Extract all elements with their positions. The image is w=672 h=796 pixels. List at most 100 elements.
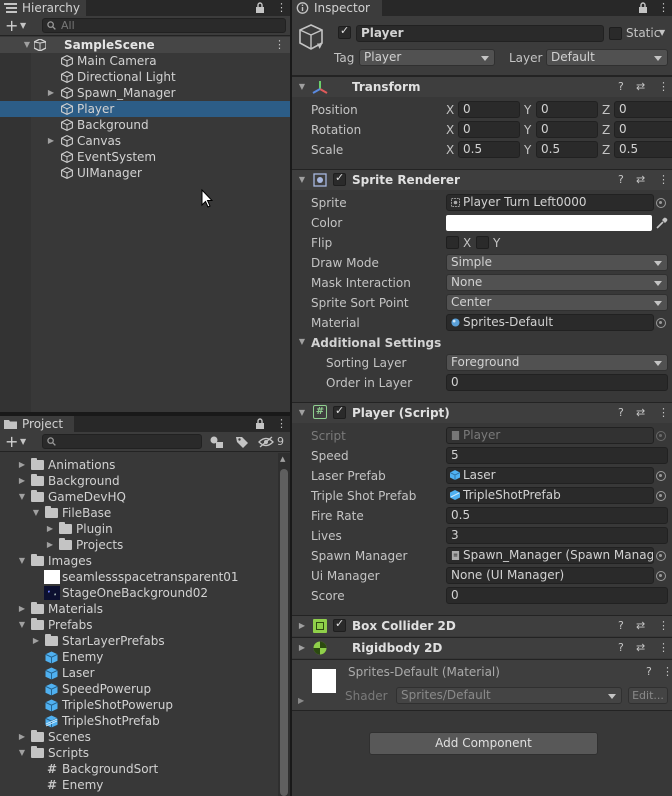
help-icon[interactable]: ? — [618, 640, 624, 656]
sprite-object-field[interactable]: Player Turn Left0000 — [446, 194, 654, 211]
axis-label-y[interactable]: Y — [524, 101, 531, 119]
project-item[interactable]: ▶ Scenes — [0, 729, 278, 745]
transform-x-input[interactable]: 0 — [458, 121, 520, 138]
score-input[interactable]: 0 — [446, 587, 668, 604]
chevron-down-icon[interactable]: ▼ — [297, 79, 307, 95]
help-icon[interactable]: ? — [618, 618, 624, 634]
chevron-down-icon[interactable]: ▼ — [22, 37, 32, 53]
laser-prefab-field[interactable]: Laser — [446, 467, 654, 484]
speed-input[interactable]: 5 — [446, 447, 668, 464]
project-item[interactable]: ▼ GameDevHQ — [0, 489, 278, 505]
axis-label-z[interactable]: Z — [602, 141, 610, 159]
chevron-down-icon[interactable]: ▼ — [297, 172, 307, 188]
transform-z-input[interactable]: 0 — [614, 121, 672, 138]
help-icon[interactable]: ? — [618, 172, 624, 188]
help-icon[interactable]: ? — [618, 79, 624, 95]
color-swatch[interactable] — [446, 215, 652, 231]
preset-sliders-icon[interactable]: ⇄ — [636, 405, 645, 421]
kebab-menu-icon[interactable]: ⋮ — [658, 0, 669, 16]
transform-y-input[interactable]: 0.5 — [536, 141, 598, 158]
axis-label-z[interactable]: Z — [602, 101, 610, 119]
chevron-down-icon[interactable]: ▼ — [317, 42, 322, 50]
project-scrollbar[interactable]: ▲ — [278, 453, 290, 796]
chevron-down-icon[interactable]: ▼ — [20, 432, 26, 452]
chevron-right-icon[interactable]: ▶ — [17, 729, 27, 745]
hidden-eye-icon[interactable] — [258, 436, 274, 448]
tab-hierarchy[interactable]: Hierarchy — [0, 0, 86, 16]
shader-dropdown[interactable]: Sprites/Default — [396, 687, 622, 704]
sprite-sort-point-dropdown[interactable]: Center — [446, 294, 668, 311]
component-menu-icon[interactable]: ⋮ — [658, 618, 669, 634]
chevron-down-icon[interactable]: ▼ — [31, 505, 41, 521]
lock-icon[interactable] — [255, 2, 265, 14]
scroll-up-icon[interactable]: ▲ — [280, 455, 285, 463]
axis-label-x[interactable]: X — [446, 141, 454, 159]
project-item[interactable]: ▶ Materials — [0, 601, 278, 617]
fire-rate-input[interactable]: 0.5 — [446, 507, 668, 524]
edit-shader-button[interactable]: Edit... — [628, 687, 668, 704]
tag-icon[interactable] — [236, 436, 248, 448]
eyedropper-icon[interactable] — [656, 217, 668, 229]
chevron-down-icon[interactable]: ▼ — [17, 489, 27, 505]
order-in-layer-input[interactable]: 0 — [446, 374, 668, 391]
tag-dropdown[interactable]: Player — [359, 49, 495, 66]
static-dropdown-icon[interactable]: ▼ — [659, 28, 665, 37]
hierarchy-item[interactable]: Player — [0, 101, 290, 117]
axis-label-x[interactable]: X — [446, 101, 454, 119]
project-item[interactable]: TripleShotPrefab — [0, 713, 278, 729]
axis-label-z[interactable]: Z — [602, 121, 610, 139]
layer-dropdown[interactable]: Default — [546, 49, 668, 66]
axis-label-y[interactable]: Y — [524, 141, 531, 159]
chevron-right-icon[interactable]: ▶ — [17, 601, 27, 617]
flip-x-checkbox[interactable] — [446, 236, 459, 249]
tab-project[interactable]: Project — [0, 416, 74, 432]
transform-x-input[interactable]: 0 — [458, 101, 520, 118]
chevron-right-icon[interactable]: ▶ — [298, 696, 304, 705]
component-menu-icon[interactable]: ⋮ — [658, 640, 669, 656]
hierarchy-item[interactable]: ▶ Canvas — [0, 133, 290, 149]
lock-icon[interactable] — [255, 418, 265, 430]
chevron-down-icon[interactable]: ▼ — [17, 617, 27, 633]
box-collider-header[interactable]: ▶ Box Collider 2D ? ⇄ ⋮ — [292, 615, 672, 636]
project-item[interactable]: Enemy — [0, 649, 278, 665]
project-item[interactable]: ▼ Images — [0, 553, 278, 569]
project-item[interactable]: ▶ StarLayerPrefabs — [0, 633, 278, 649]
object-picker-icon[interactable] — [656, 571, 666, 581]
kebab-menu-icon[interactable]: ⋮ — [276, 0, 287, 16]
preset-sliders-icon[interactable]: ⇄ — [636, 79, 645, 95]
project-item[interactable]: ▼ FileBase — [0, 505, 278, 521]
chevron-right-icon[interactable]: ▶ — [46, 85, 56, 101]
chevron-down-icon[interactable]: ▼ — [297, 334, 307, 350]
hierarchy-item[interactable]: UIManager — [0, 165, 290, 181]
project-item[interactable]: ▶ Background — [0, 473, 278, 489]
transform-x-input[interactable]: 0.5 — [458, 141, 520, 158]
ui-manager-field[interactable]: None (UI Manager) — [446, 567, 654, 584]
chevron-right-icon[interactable]: ▶ — [46, 133, 56, 149]
lock-icon[interactable] — [638, 2, 648, 14]
sprite-renderer-enabled-checkbox[interactable] — [333, 171, 346, 186]
preset-sliders-icon[interactable]: ⇄ — [636, 172, 645, 188]
player-script-enabled-checkbox[interactable] — [333, 404, 346, 419]
triple-shot-prefab-field[interactable]: TripleShotPrefab — [446, 487, 654, 504]
lives-input[interactable]: 3 — [446, 527, 668, 544]
hierarchy-item[interactable]: Background — [0, 117, 290, 133]
transform-y-input[interactable]: 0 — [536, 121, 598, 138]
project-item[interactable]: Laser — [0, 665, 278, 681]
chevron-right-icon[interactable]: ▶ — [17, 457, 27, 473]
tab-inspector[interactable]: Inspector — [292, 0, 382, 16]
material-object-field[interactable]: Sprites-Default — [446, 314, 654, 331]
chevron-right-icon[interactable]: ▶ — [45, 537, 55, 553]
hierarchy-item[interactable]: Main Camera — [0, 53, 290, 69]
chevron-down-icon[interactable]: ▼ — [20, 16, 26, 36]
transform-header[interactable]: ▼ Transform ? ⇄ ⋮ — [292, 76, 672, 97]
object-picker-icon[interactable] — [656, 471, 666, 481]
transform-y-input[interactable]: 0 — [536, 101, 598, 118]
add-component-button[interactable]: Add Component — [369, 732, 598, 755]
object-picker-icon[interactable] — [656, 198, 666, 208]
project-search-input[interactable] — [42, 434, 202, 449]
add-plus-icon[interactable]: + — [5, 16, 18, 35]
component-menu-icon[interactable]: ⋮ — [658, 172, 669, 188]
project-scroll-thumb[interactable] — [280, 469, 288, 796]
project-item[interactable]: ▼ Scripts — [0, 745, 278, 761]
project-item[interactable]: ▶ Plugin — [0, 521, 278, 537]
